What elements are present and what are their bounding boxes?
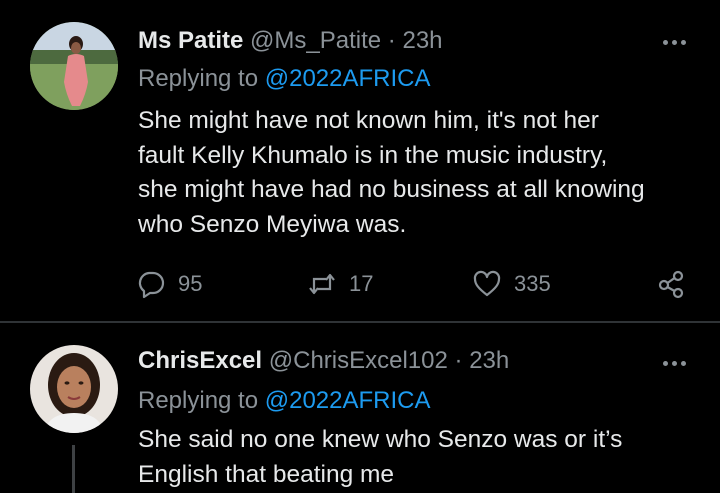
retweet-count: 17 (349, 271, 374, 296)
thread-line (72, 445, 75, 493)
reply-icon (138, 271, 165, 299)
tweet-text: She said no one knew who Senzo was or it… (138, 423, 698, 492)
tweet-header: Ms Patite @Ms_Patite · 23h (138, 26, 443, 56)
tweet-text-line: She might have not known him, it's not h… (138, 107, 599, 134)
replying-to: Replying to @2022AFRICA (138, 386, 431, 416)
tweet-text-line: She said no one knew who Senzo was or it… (138, 426, 623, 453)
replying-prefix: Replying to (138, 65, 259, 92)
replying-to: Replying to @2022AFRICA (138, 64, 431, 94)
reply-button[interactable]: 95 (136, 266, 202, 302)
mention-link[interactable]: @2022AFRICA (265, 387, 431, 414)
more-icon[interactable] (663, 40, 686, 45)
avatar[interactable] (30, 22, 118, 110)
tweet-header: ChrisExcel @ChrisExcel102 · 23h (138, 346, 509, 376)
like-button[interactable]: 335 (472, 266, 551, 302)
more-dot (672, 361, 677, 366)
share-icon (658, 270, 684, 299)
user-handle[interactable]: @ChrisExcel102 (269, 347, 448, 374)
reply-count: 95 (178, 271, 203, 296)
tweet-text-line: she might have had no business at all kn… (138, 176, 645, 203)
more-dot (672, 40, 677, 45)
user-handle[interactable]: @Ms_Patite (250, 27, 381, 54)
tweet-text-line: English that beating me (138, 460, 395, 488)
like-count: 335 (514, 271, 551, 296)
retweet-button[interactable]: 17 (307, 266, 373, 302)
more-dot (663, 40, 668, 45)
more-icon[interactable] (663, 361, 686, 366)
separator: · (454, 347, 463, 374)
retweet-icon (309, 273, 335, 295)
tweet-text-line: who Senzo Meyiwa was. (138, 210, 407, 238)
tweet[interactable]: Ms Patite @Ms_Patite · 23h Replying to @… (0, 0, 720, 322)
tweet-actions: 95 17 335 (0, 266, 720, 306)
heart-icon (473, 270, 501, 297)
display-name[interactable]: Ms Patite (138, 27, 243, 54)
tweet[interactable]: ChrisExcel @ChrisExcel102 · 23h Replying… (0, 323, 720, 493)
separator: · (387, 27, 396, 54)
more-dot (681, 40, 686, 45)
replying-prefix: Replying to (138, 387, 259, 414)
tweet-text-line: fault Kelly Khumalo is in the music indu… (138, 141, 608, 169)
display-name[interactable]: ChrisExcel (138, 347, 262, 374)
timestamp[interactable]: 23h (402, 27, 442, 54)
timestamp[interactable]: 23h (469, 347, 509, 374)
more-dot (663, 361, 668, 366)
more-dot (681, 361, 686, 366)
share-button[interactable] (656, 266, 686, 302)
mention-link[interactable]: @2022AFRICA (265, 65, 431, 92)
avatar[interactable] (30, 345, 118, 433)
tweet-text: She might have not known him, it's not h… (138, 104, 698, 242)
avatar-image (30, 345, 118, 433)
avatar-image (30, 22, 118, 110)
